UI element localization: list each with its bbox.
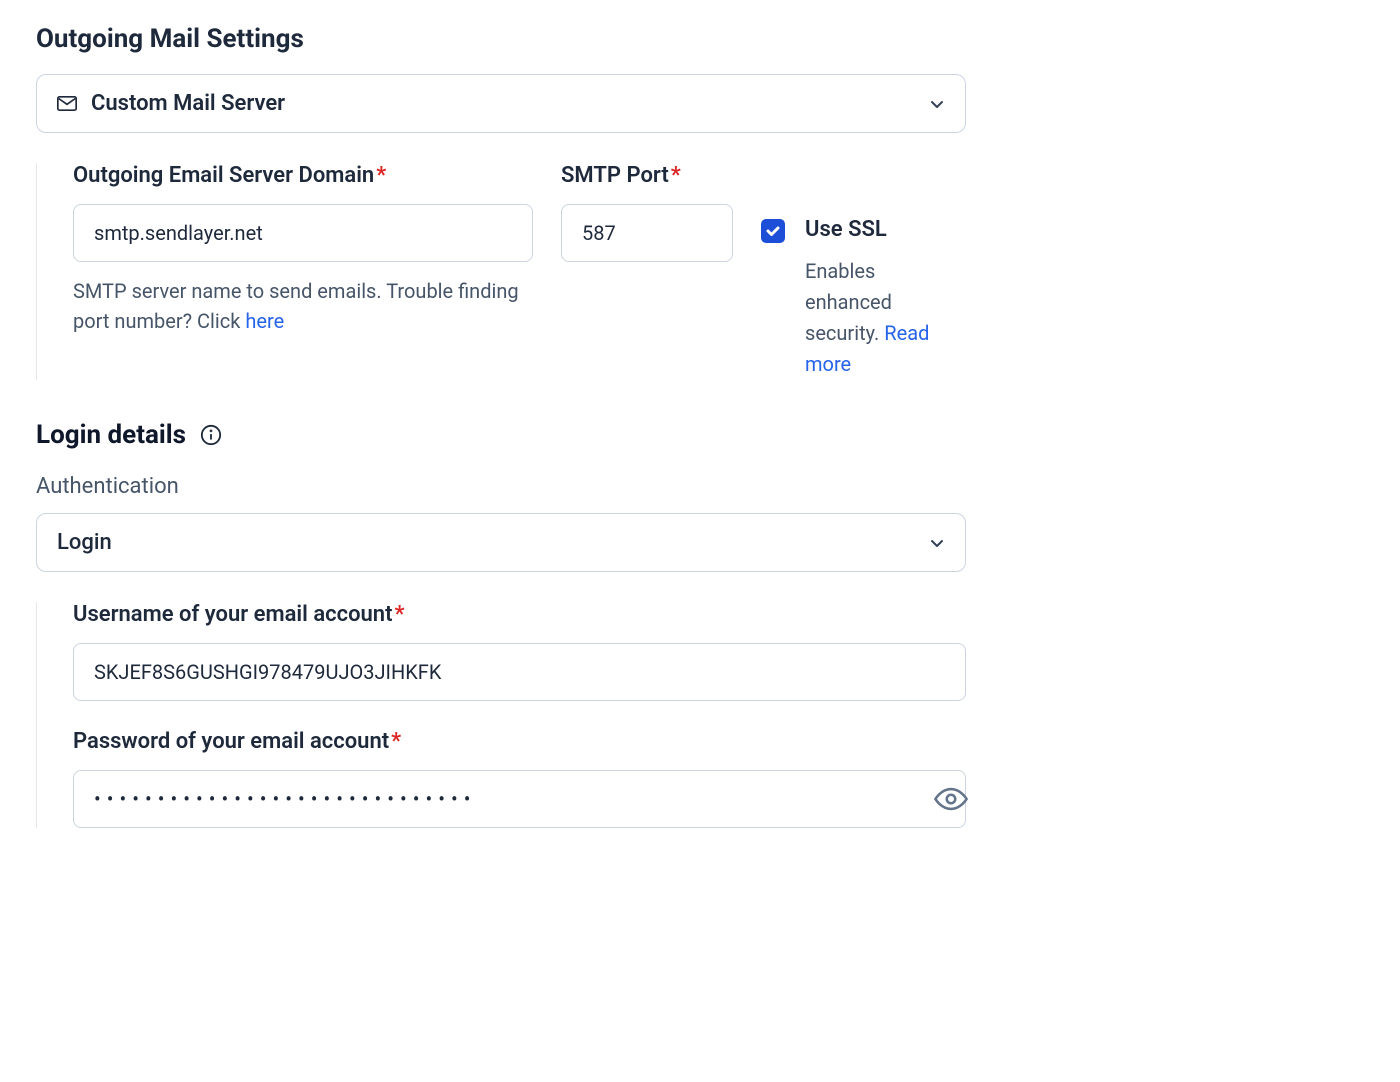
use-ssl-help: Enables enhanced security. Read more — [805, 256, 965, 380]
password-label-text: Password of your email account — [73, 729, 389, 754]
chevron-down-icon — [929, 535, 945, 551]
outgoing-domain-help: SMTP server name to send emails. Trouble… — [73, 276, 533, 336]
outgoing-domain-label-text: Outgoing Email Server Domain — [73, 163, 374, 188]
required-asterisk: * — [391, 729, 401, 754]
outgoing-domain-help-link[interactable]: here — [245, 309, 284, 333]
mail-server-select-value: Custom Mail Server — [91, 91, 915, 116]
authentication-select[interactable]: Login — [36, 513, 966, 572]
authentication-label: Authentication — [36, 474, 1364, 499]
chevron-down-icon — [929, 96, 945, 112]
outgoing-domain-label: Outgoing Email Server Domain* — [73, 163, 533, 188]
use-ssl-help-text: Enables enhanced security. — [805, 259, 892, 345]
password-input[interactable] — [73, 770, 966, 828]
use-ssl-checkbox[interactable] — [761, 219, 785, 243]
password-label: Password of your email account* — [73, 729, 966, 754]
outgoing-server-fields: Outgoing Email Server Domain* SMTP serve… — [36, 163, 966, 380]
outgoing-domain-input[interactable] — [73, 204, 533, 262]
smtp-port-label-text: SMTP Port — [561, 163, 669, 188]
info-icon[interactable] — [200, 424, 222, 446]
outgoing-domain-help-text: SMTP server name to send emails. Trouble… — [73, 279, 519, 333]
username-label: Username of your email account* — [73, 602, 966, 627]
mail-server-select[interactable]: Custom Mail Server — [36, 74, 966, 133]
smtp-port-input[interactable] — [561, 204, 733, 262]
authentication-select-value: Login — [57, 530, 915, 555]
required-asterisk: * — [376, 163, 386, 188]
login-details-header: Login details — [36, 420, 1364, 450]
login-details-title: Login details — [36, 420, 186, 450]
required-asterisk: * — [394, 602, 404, 627]
login-fields: Username of your email account* Password… — [36, 602, 966, 828]
username-input[interactable] — [73, 643, 966, 701]
mail-icon — [57, 96, 77, 112]
required-asterisk: * — [671, 163, 681, 188]
eye-icon[interactable] — [934, 782, 968, 816]
smtp-port-label: SMTP Port* — [561, 163, 733, 188]
use-ssl-label: Use SSL — [805, 217, 965, 242]
outgoing-mail-settings-title: Outgoing Mail Settings — [36, 24, 1364, 54]
username-label-text: Username of your email account — [73, 602, 392, 627]
